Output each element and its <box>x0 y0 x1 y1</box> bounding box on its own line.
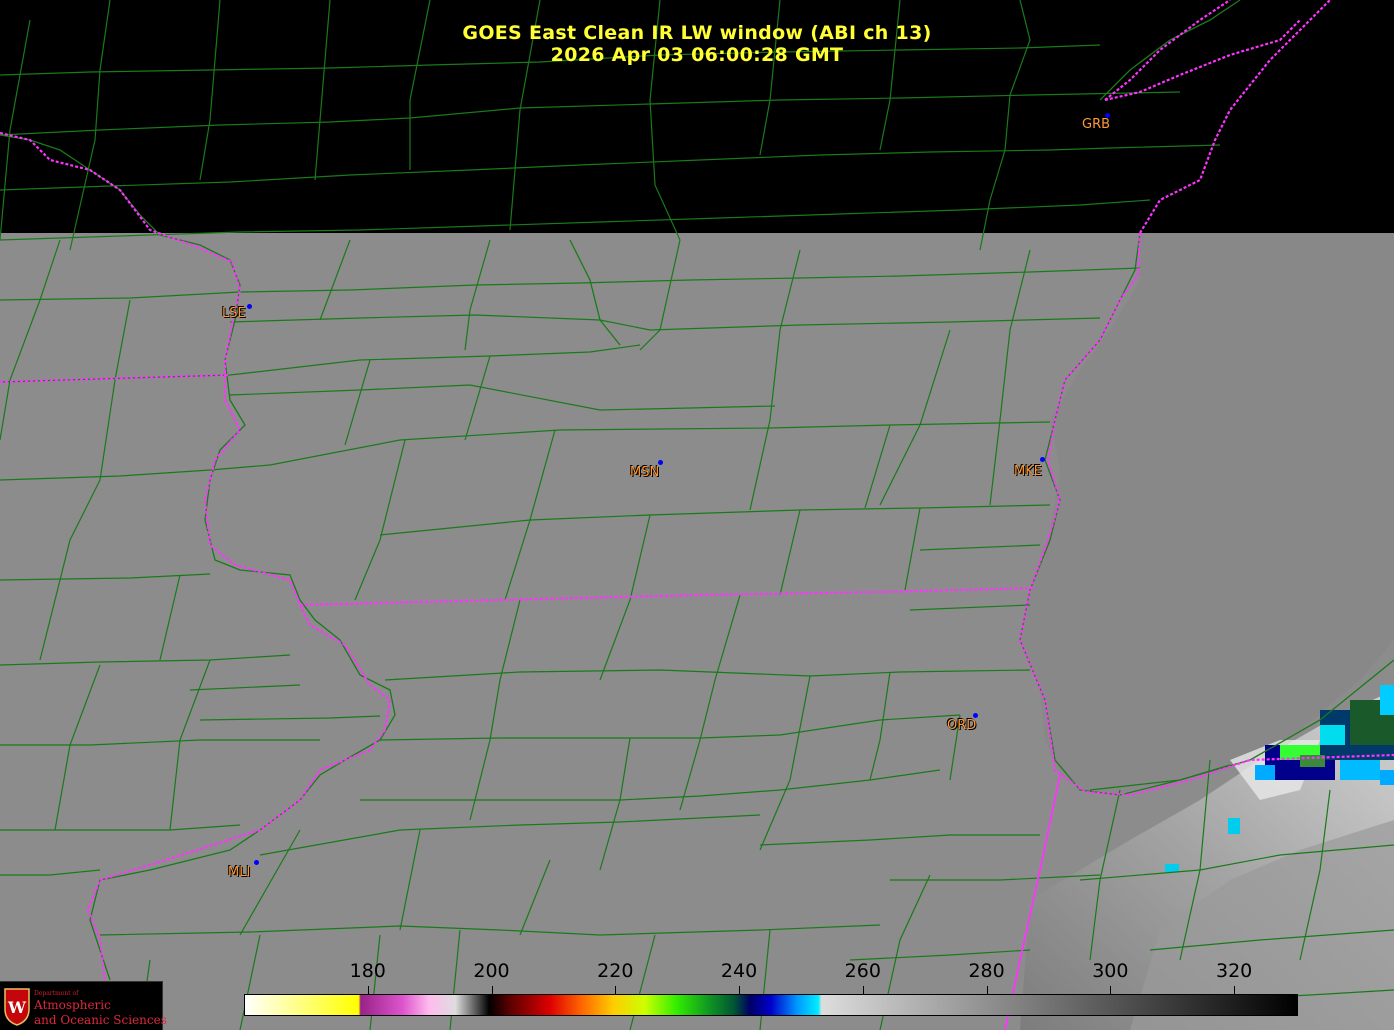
station-label-lse: LSE <box>222 306 246 321</box>
product-title: GOES East Clean IR LW window (ABI ch 13) <box>462 22 932 44</box>
station-label-mke: MKE <box>1014 464 1042 479</box>
colorbar-tick-label: 220 <box>597 960 634 982</box>
logo-line-1: Department of <box>34 990 79 997</box>
ir-satellite-map <box>0 0 1394 1030</box>
colorbar-tick-label: 300 <box>1092 960 1129 982</box>
aos-logo: W Department of Atmospheric and Oceanic … <box>0 981 167 1030</box>
uw-crest-icon: W <box>4 988 30 1026</box>
station-label-msn: MSN <box>630 465 660 480</box>
satellite-image-viewer: GOES East Clean IR LW window (ABI ch 13)… <box>0 0 1394 1030</box>
colorbar-tick-label: 200 <box>473 960 510 982</box>
station-dot-mke <box>1040 457 1045 462</box>
station-label-ord: ORD <box>947 718 977 733</box>
timestamp: 2026 Apr 03 06:00:28 GMT <box>550 44 844 66</box>
logo-line-3: and Oceanic Sciences <box>34 1013 167 1027</box>
station-label-mli: MLI <box>228 865 251 880</box>
colorbar-tick-label: 260 <box>844 960 881 982</box>
station-label-grb: GRB <box>1082 117 1111 132</box>
colorbar-tick-mark <box>615 986 617 994</box>
colorbar-tick-label: 180 <box>349 960 386 982</box>
colorbar-tick-mark <box>862 986 864 994</box>
colorbar-tick-mark <box>1234 986 1236 994</box>
temperature-colorbar: 180 200 220 240 260 280 300 320 <box>244 960 1298 1016</box>
colorbar-tick-mark <box>986 986 988 994</box>
shield-letter: W <box>7 998 27 1017</box>
colorbar-tick-mark <box>1110 986 1112 994</box>
colorbar-gradient <box>244 994 1298 1016</box>
colorbar-tick-mark <box>367 986 369 994</box>
colorbar-tick-label: 240 <box>720 960 758 982</box>
logo-line-2: Atmospheric <box>34 998 111 1012</box>
colorbar-tick-label: 320 <box>1215 960 1253 982</box>
station-dot-lse <box>247 304 252 309</box>
station-dot-mli <box>254 860 259 865</box>
colorbar-tick-label: 280 <box>968 960 1005 982</box>
colorbar-tick-mark <box>739 986 741 994</box>
colorbar-tick-mark <box>491 986 493 994</box>
